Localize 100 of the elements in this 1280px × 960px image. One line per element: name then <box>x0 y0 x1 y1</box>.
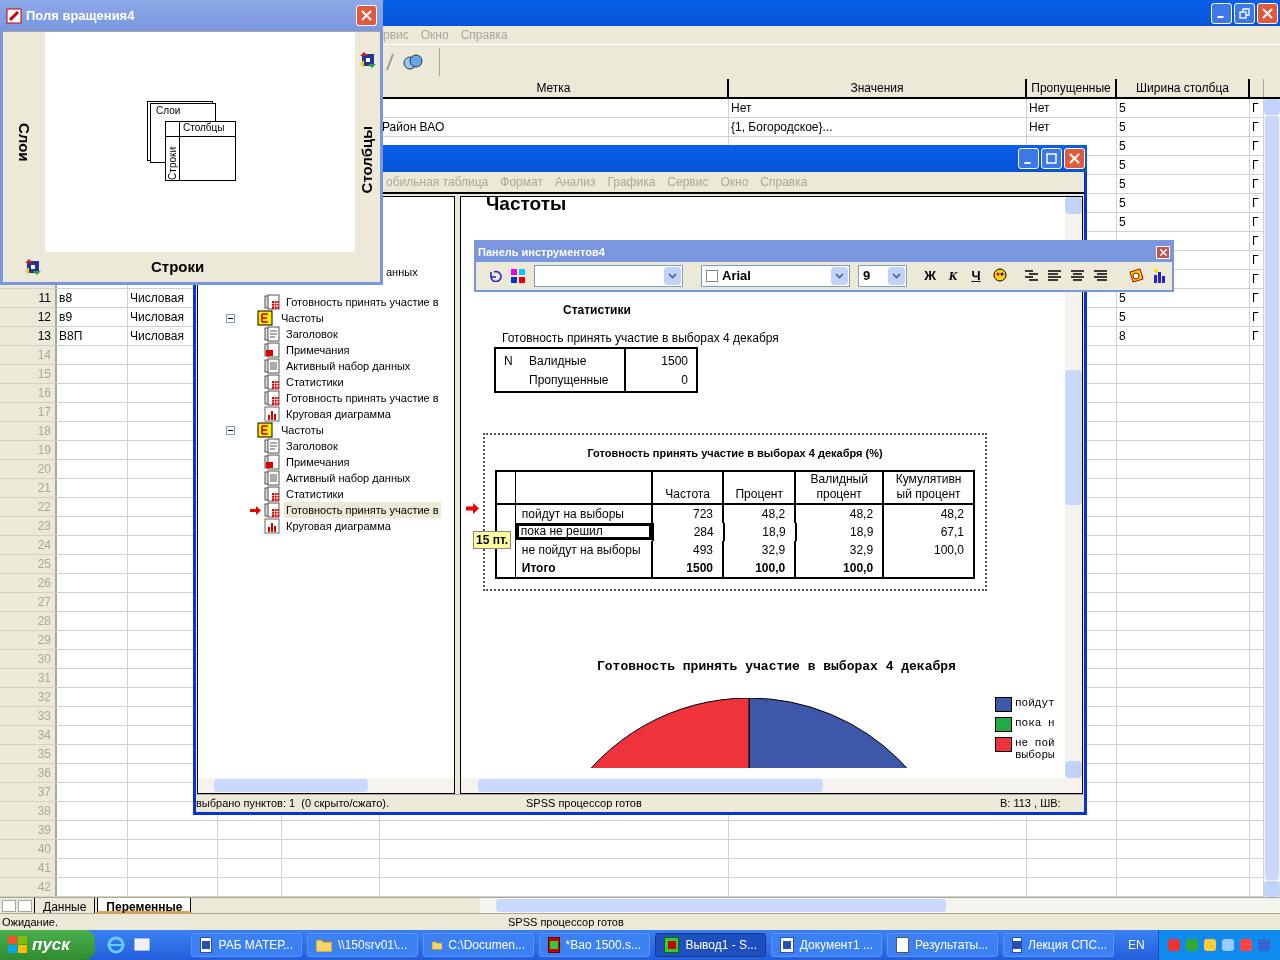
table-cell-text: 100,0 <box>933 541 964 559</box>
undo-icon[interactable] <box>488 270 502 282</box>
tree-item[interactable]: Частоты <box>281 421 324 439</box>
dropdown-field[interactable]: 9 <box>858 265 907 287</box>
taskbar-button[interactable]: Документ1 ... <box>771 933 882 957</box>
tree-item[interactable]: Статистики <box>284 485 346 503</box>
column-header[interactable]: Пропущенные <box>1027 79 1117 97</box>
scroll-right-button[interactable] <box>18 899 32 912</box>
taskbar-button[interactable]: C:\Documen... <box>423 933 534 957</box>
minimize-icon <box>1023 161 1031 164</box>
table-cell-text: 18,9 <box>850 523 874 541</box>
format-button[interactable]: Ж <box>923 266 937 286</box>
row-label[interactable]: пойдут на выборы <box>515 504 624 523</box>
taskbar-button[interactable]: Результаты... <box>887 933 998 957</box>
tree-item[interactable]: Частоты <box>281 309 324 327</box>
tree-item[interactable]: Круговая диаграмма <box>284 405 393 423</box>
book-icon <box>257 422 273 438</box>
document-icon <box>264 454 280 470</box>
table-cell-text: 284 <box>693 523 714 541</box>
horizontal-scrollbar[interactable] <box>480 898 1280 913</box>
table-cell-text: 5 <box>1119 176 1126 193</box>
tree-item[interactable]: Готовность принять участие в <box>284 293 441 311</box>
tree-item[interactable]: Заголовок <box>284 325 340 343</box>
drop-zone-label[interactable]: Строки <box>151 255 205 279</box>
start-button[interactable]: пуск <box>0 930 95 960</box>
dropdown-field[interactable]: Arial <box>701 265 850 287</box>
taskbar-button[interactable]: Лекция СПС... <box>1003 933 1114 957</box>
table-cell-text: 5 <box>1119 309 1126 326</box>
glasses-icon[interactable] <box>403 53 423 71</box>
wand-icon[interactable] <box>385 53 395 71</box>
tree-item[interactable]: Готовность принять участие в <box>284 501 441 519</box>
language-indicator[interactable]: EN <box>1128 936 1158 954</box>
align-icon[interactable] <box>1070 270 1085 282</box>
color-swap-icon[interactable] <box>510 268 526 284</box>
vertical-scrollbar[interactable] <box>1264 99 1280 897</box>
drop-zone-label[interactable]: Слои <box>12 122 36 162</box>
legend-label: не пой выборы <box>1015 736 1055 761</box>
align-icon[interactable] <box>1047 270 1062 282</box>
horizontal-scrollbar[interactable] <box>461 778 1082 793</box>
desktop-icon[interactable] <box>133 936 151 954</box>
close-icon <box>1159 248 1167 256</box>
tree-item[interactable]: Круговая диаграмма <box>284 517 393 535</box>
folder-icon <box>316 938 332 952</box>
table-cell-text: Район ВАО <box>382 119 445 136</box>
taskbar-button[interactable]: \\150srv01\... <box>307 933 418 957</box>
grid-icon <box>548 937 560 953</box>
table-cell-text: Г <box>1252 252 1259 269</box>
browser-icon[interactable] <box>107 936 125 954</box>
vertical-scrollbar[interactable] <box>1065 197 1082 778</box>
horizontal-scrollbar[interactable] <box>198 778 454 793</box>
column-header: Валидный процент <box>796 471 885 503</box>
tree-item[interactable]: Примечания <box>284 453 352 471</box>
table-cell-text: Числовая <box>130 309 184 326</box>
pivot-icon[interactable] <box>359 52 376 68</box>
dropdown-field[interactable] <box>534 265 683 287</box>
taskbar-button[interactable]: РАБ МАТЕР... <box>191 933 302 957</box>
drop-zone-label[interactable]: Столбцы <box>356 126 379 194</box>
minimize-icon <box>1216 16 1224 18</box>
tree-item[interactable]: Активный набор данных <box>284 357 413 375</box>
taskbar-button[interactable]: Вывод1 - S... <box>655 933 766 957</box>
tray-icon[interactable] <box>1203 938 1217 952</box>
row-label[interactable]: не пойдут на выборы <box>515 540 641 559</box>
collapse-toggle[interactable] <box>226 425 235 435</box>
column-header[interactable]: Значения <box>729 79 1027 97</box>
bar-chart-icon[interactable] <box>1152 268 1168 284</box>
minimize-button[interactable] <box>1018 148 1039 169</box>
format-button[interactable]: Ч <box>969 266 983 286</box>
palette-icon[interactable] <box>991 268 1008 284</box>
pivot-icon[interactable] <box>25 259 41 275</box>
close-button[interactable] <box>356 5 377 26</box>
table-cell-text: Г <box>1252 195 1259 212</box>
tree-item[interactable]: Активный набор данных <box>284 469 413 487</box>
format-button[interactable]: К <box>946 266 960 286</box>
table-cell-text: 5 <box>1119 138 1126 155</box>
close-button[interactable] <box>1064 148 1085 169</box>
scroll-left-button[interactable] <box>2 899 16 912</box>
tree-item[interactable]: Заголовок <box>284 437 340 455</box>
close-button[interactable] <box>1156 245 1170 259</box>
tree-item[interactable]: Примечания <box>284 341 352 359</box>
sheet-tab[interactable]: Данные <box>34 898 96 913</box>
row-label[interactable]: Итого <box>515 558 556 577</box>
restore-button[interactable] <box>1234 2 1255 24</box>
tree-item[interactable]: анных <box>386 266 418 278</box>
table-cell-text: 48,2 <box>940 505 964 523</box>
page-icon <box>264 470 280 486</box>
tree-item[interactable]: Готовность принять участие в <box>284 389 441 407</box>
table-cell-text: 32,9 <box>849 541 874 559</box>
maximize-button[interactable] <box>1041 148 1062 169</box>
table-cell-text: 1500 <box>661 352 688 370</box>
taskbar-button[interactable]: *Вао 1500.s... <box>539 933 650 957</box>
align-icon[interactable] <box>1093 270 1108 282</box>
sheet-tab[interactable]: Переменные <box>97 898 192 913</box>
close-button[interactable] <box>1257 2 1278 24</box>
align-icon[interactable] <box>1024 270 1039 282</box>
table-cell-text: Нет <box>731 100 752 117</box>
tree-item[interactable]: Статистики <box>284 373 346 391</box>
column-header[interactable]: Ширина столбца <box>1117 79 1250 97</box>
minimize-button[interactable] <box>1211 2 1232 24</box>
row-label[interactable]: пока не решил <box>515 523 652 540</box>
collapse-toggle[interactable] <box>226 313 235 323</box>
